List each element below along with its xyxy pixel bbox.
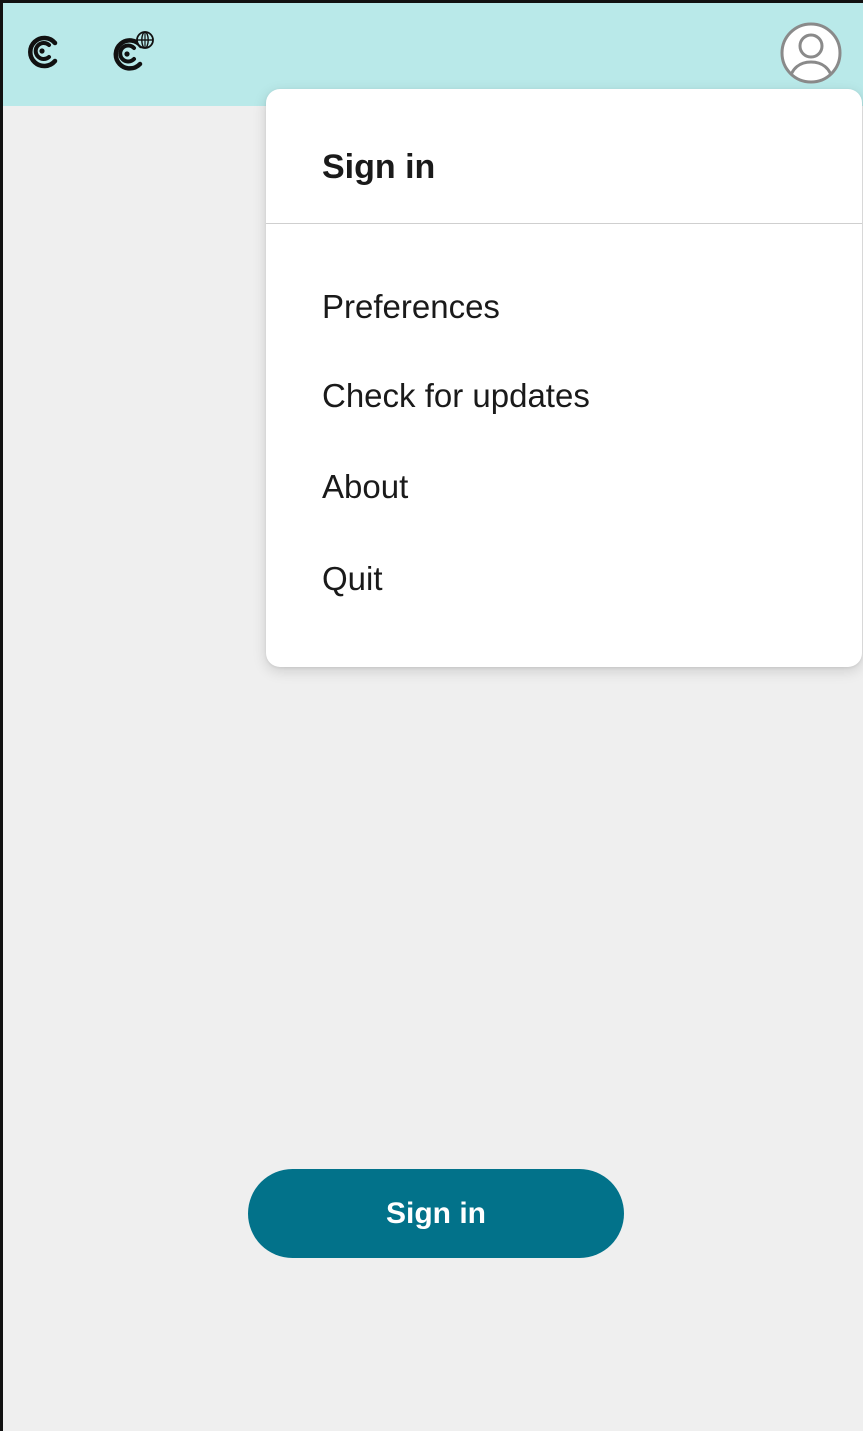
sign-in-button[interactable]: Sign in: [248, 1169, 624, 1258]
account-dropdown-menu: Sign in Preferences Check for updates Ab…: [266, 89, 862, 667]
app-window: Sign in Preferences Check for updates Ab…: [0, 0, 863, 1431]
menu-header: Sign in: [266, 89, 862, 224]
menu-item-quit[interactable]: Quit: [322, 559, 383, 599]
app-web-icon[interactable]: [110, 31, 150, 71]
menu-item-about[interactable]: About: [322, 467, 408, 507]
user-avatar-icon[interactable]: [779, 21, 843, 85]
app-icon[interactable]: [23, 31, 63, 71]
menu-item-check-for-updates[interactable]: Check for updates: [322, 376, 590, 416]
menu-item-preferences[interactable]: Preferences: [322, 287, 500, 327]
menu-sign-in-item[interactable]: Sign in: [322, 147, 435, 187]
